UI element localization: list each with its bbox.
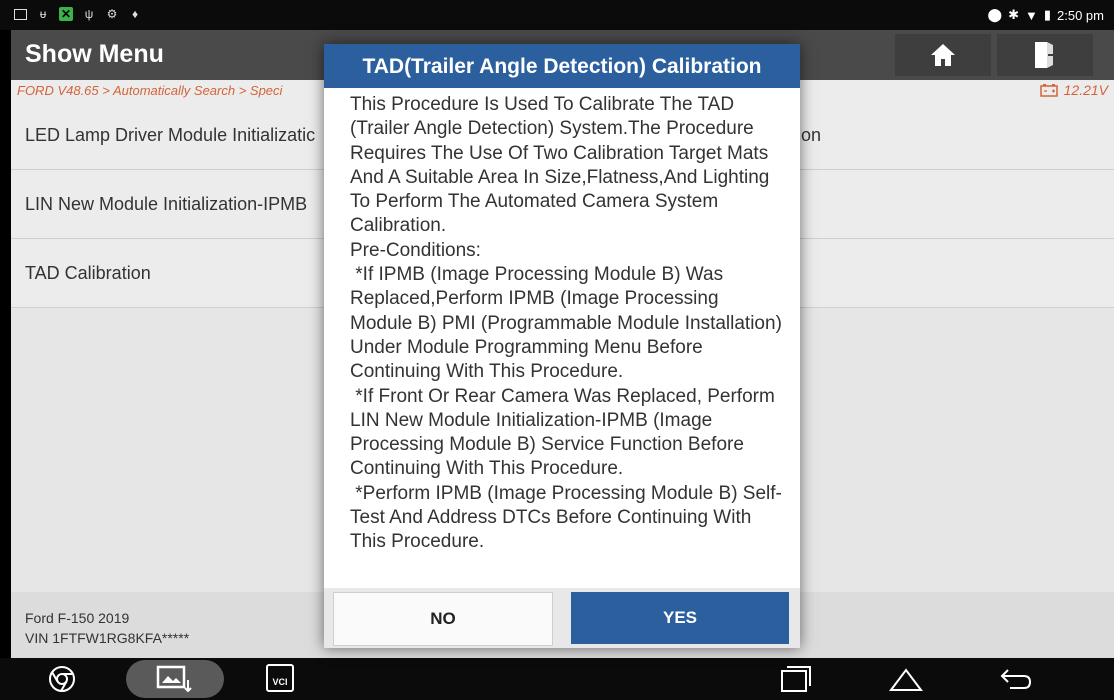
settings-notification-icon: ⚙ <box>106 7 118 21</box>
status-bar: ᵾ ✕ ψ ⚙ ♦ ⬤ ✱ ▼ ▮ 2:50 pm <box>0 0 1114 30</box>
wifi-icon: ▼ <box>1024 7 1038 23</box>
dialog-message[interactable]: This Procedure Is Used To Calibrate The … <box>350 93 782 633</box>
yes-button[interactable]: YES <box>571 592 789 644</box>
screenshot-icon <box>14 8 27 20</box>
status-icons-right: ⬤ ✱ ▼ ▮ 2:50 pm <box>988 7 1104 23</box>
dialog-button-bar: NO YES <box>324 588 800 648</box>
pin-icon: ♦ <box>131 7 139 21</box>
usb-debug-icon: ᵾ <box>39 7 47 21</box>
gallery-screenshot-icon[interactable] <box>156 664 194 694</box>
chrome-browser-icon[interactable] <box>46 664 78 694</box>
vci-label: VCI <box>272 677 288 687</box>
back-icon[interactable] <box>998 664 1034 694</box>
app-notification-icon: ✕ <box>59 7 73 21</box>
no-button[interactable]: NO <box>333 592 553 646</box>
location-icon: ⬤ <box>987 7 1003 22</box>
dialog-message-text: This Procedure Is Used To Calibrate The … <box>350 94 782 553</box>
dialog-title: TAD(Trailer Angle Detection) Calibration <box>324 44 800 88</box>
bluetooth-icon: ✱ <box>1008 7 1019 22</box>
usb-icon: ψ <box>84 7 94 21</box>
recent-apps-icon[interactable] <box>779 664 813 694</box>
vci-icon[interactable]: VCI <box>266 664 294 692</box>
status-icons-left: ᵾ ✕ ψ ⚙ ♦ <box>14 7 142 21</box>
clock: 2:50 pm <box>1057 7 1104 23</box>
tad-calibration-dialog: TAD(Trailer Angle Detection) Calibration… <box>324 44 800 648</box>
system-nav-bar: VCI <box>0 658 1114 700</box>
home-nav-icon[interactable] <box>888 664 924 694</box>
battery-icon: ▮ <box>1043 7 1052 22</box>
